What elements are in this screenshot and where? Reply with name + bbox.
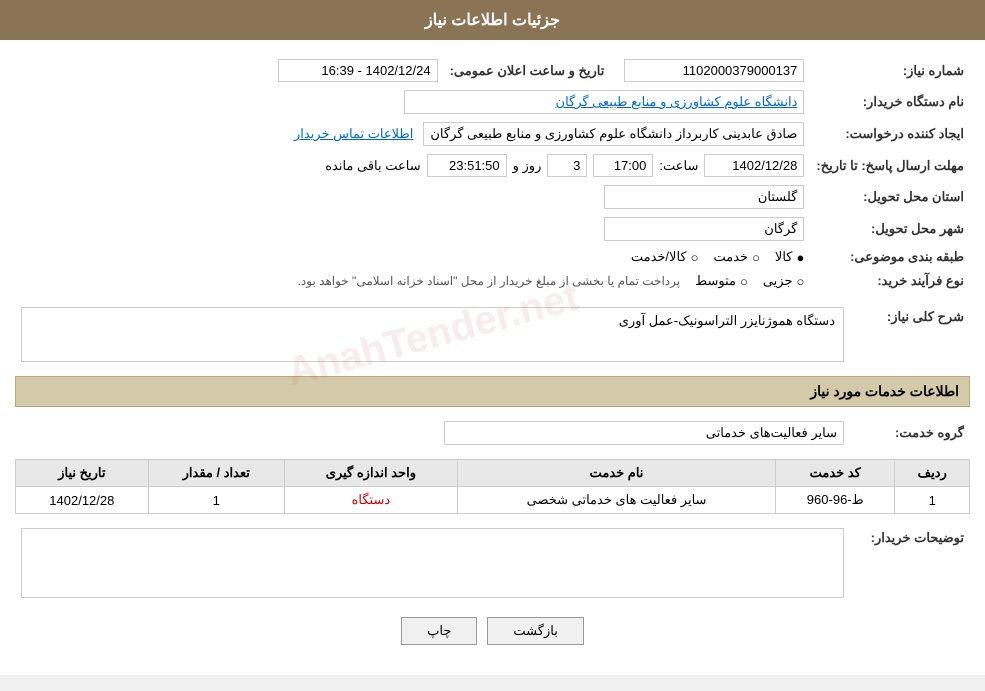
city-box: گرگان (604, 217, 804, 241)
purchase-type-options: ○ جزیی ○ متوسط پرداخت تمام یا بخشی از مب… (15, 269, 810, 293)
back-button[interactable]: بازگشت (487, 617, 583, 645)
need-description-row: شرح کلی نیاز: دستگاه هموژنایزر التراسونی… (15, 303, 970, 366)
need-number-row: شماره نیاز: 1102000379000137 تاریخ و ساع… (15, 55, 970, 86)
announce-datetime-value: 1402/12/24 - 16:39 (15, 55, 444, 86)
need-description-table: شرح کلی نیاز: دستگاه هموژنایزر التراسونی… (15, 303, 970, 366)
purchase-type-row: نوع فرآیند خرید: ○ جزیی ○ متوسط پرداخت ت… (15, 269, 970, 293)
city-value: گرگان (15, 213, 810, 245)
category-row: طبقه بندی موضوعی: ● کالا ○ خدمت ○ (15, 245, 970, 269)
col-date: تاریخ نیاز (16, 460, 149, 487)
radio-kala-icon: ● (797, 250, 805, 265)
city-row: شهر محل تحویل: گرگان (15, 213, 970, 245)
services-header-text: اطلاعات خدمات مورد نیاز (810, 383, 959, 399)
deadline-values: 1402/12/28 ساعت: 17:00 3 روز و 23:51:50 … (15, 150, 810, 181)
announce-datetime-box: 1402/12/24 - 16:39 (278, 59, 438, 82)
radio-mottavsat-icon: ○ (740, 274, 748, 289)
service-group-label: گروه خدمت: (850, 417, 970, 449)
category-options: ● کالا ○ خدمت ○ کالا/خدمت (15, 245, 810, 269)
purchase-type-mottavsat[interactable]: ○ متوسط (695, 273, 748, 289)
category-label: طبقه بندی موضوعی: (810, 245, 970, 269)
table-row: 1 ط-96-960 سایر فعالیت های خدماتی شخصی د… (16, 487, 970, 514)
print-button[interactable]: چاپ (401, 617, 477, 645)
page-title: جزئیات اطلاعات نیاز (425, 12, 560, 29)
buyer-notes-label: توضیحات خریدار: (850, 524, 970, 602)
deadline-label: مهلت ارسال پاسخ: تا تاریخ: (810, 150, 970, 181)
response-time-box: 17:00 (593, 154, 653, 177)
cell-row-num: 1 (895, 487, 970, 514)
need-description-label: شرح کلی نیاز: (850, 303, 970, 366)
cell-date: 1402/12/28 (16, 487, 149, 514)
remaining-days-label: روز و (513, 158, 542, 174)
radio-kala-khedmat-icon: ○ (691, 250, 699, 265)
remaining-time-box: 23:51:50 (427, 154, 507, 177)
requester-value: صادق عابدینی کاربرداز دانشگاه علوم کشاور… (15, 118, 810, 150)
need-description-text: دستگاه هموژنایزر التراسونیک-عمل آوری (619, 313, 835, 328)
province-row: استان محل تحویل: گلستان (15, 181, 970, 213)
deadline-row: مهلت ارسال پاسخ: تا تاریخ: 1402/12/28 سا… (15, 150, 970, 181)
buyer-notes-value (15, 524, 850, 602)
remaining-time-label: ساعت باقی مانده (325, 158, 420, 174)
category-kala-khedmat[interactable]: ○ کالا/خدمت (631, 249, 699, 265)
buyer-notes-row: توضیحات خریدار: (15, 524, 970, 602)
table-header: ردیف کد خدمت نام خدمت واحد اندازه گیری ت… (16, 460, 970, 487)
buyer-name-row: نام دستگاه خریدار: دانشگاه علوم کشاورزی … (15, 86, 970, 118)
announce-datetime-label: تاریخ و ساعت اعلان عمومی: (444, 55, 611, 86)
purchase-type-label: نوع فرآیند خرید: (810, 269, 970, 293)
remaining-days-box: 3 (547, 154, 587, 177)
services-data-table: ردیف کد خدمت نام خدمت واحد اندازه گیری ت… (15, 459, 970, 514)
requester-label: ایجاد کننده درخواست: (810, 118, 970, 150)
content-area: شماره نیاز: 1102000379000137 تاریخ و ساع… (0, 40, 985, 675)
purchase-mottavsat-label: متوسط (695, 273, 736, 289)
buyer-name-value: دانشگاه علوم کشاورزی و منابع طبیعی گرگان (15, 86, 810, 118)
category-kala-label: کالا (775, 249, 793, 265)
service-group-row: گروه خدمت: سایر فعالیت‌های خدماتی (15, 417, 970, 449)
cell-quantity: 1 (148, 487, 284, 514)
col-quantity: تعداد / مقدار (148, 460, 284, 487)
table-body: 1 ط-96-960 سایر فعالیت های خدماتی شخصی د… (16, 487, 970, 514)
page-header: جزئیات اطلاعات نیاز (0, 0, 985, 40)
buyer-notes-table: توضیحات خریدار: (15, 524, 970, 602)
need-info-table: شماره نیاز: 1102000379000137 تاریخ و ساع… (15, 55, 970, 293)
cell-unit: دستگاه (284, 487, 457, 514)
need-description-value: دستگاه هموژنایزر التراسونیک-عمل آوری Ana… (15, 303, 850, 366)
radio-jozi-icon: ○ (797, 274, 805, 289)
buyer-name-box: دانشگاه علوم کشاورزی و منابع طبیعی گرگان (404, 90, 804, 114)
cell-service-name: سایر فعالیت های خدماتی شخصی (457, 487, 775, 514)
purchase-type-jozi[interactable]: ○ جزیی (763, 273, 805, 289)
city-label: شهر محل تحویل: (810, 213, 970, 245)
page-wrapper: جزئیات اطلاعات نیاز شماره نیاز: 11020003… (0, 0, 985, 675)
radio-khedmat-icon: ○ (752, 250, 760, 265)
category-khedmat[interactable]: ○ خدمت (713, 249, 759, 265)
province-value: گلستان (15, 181, 810, 213)
need-number-box: 1102000379000137 (624, 59, 804, 82)
need-number-value: 1102000379000137 (610, 55, 810, 86)
table-header-row: ردیف کد خدمت نام خدمت واحد اندازه گیری ت… (16, 460, 970, 487)
purchase-jozi-label: جزیی (763, 273, 793, 289)
need-number-label: شماره نیاز: (810, 55, 970, 86)
buyer-name-label: نام دستگاه خریدار: (810, 86, 970, 118)
category-kala[interactable]: ● کالا (775, 249, 804, 265)
button-row: بازگشت چاپ (15, 617, 970, 645)
col-service-code: کد خدمت (776, 460, 895, 487)
col-unit: واحد اندازه گیری (284, 460, 457, 487)
requester-row: ایجاد کننده درخواست: صادق عابدینی کاربرد… (15, 118, 970, 150)
category-khedmat-label: خدمت (713, 249, 748, 265)
purchase-type-note: پرداخت تمام یا بخشی از مبلغ خریدار از مح… (298, 274, 681, 288)
time-label: ساعت: (659, 158, 698, 174)
cell-service-code: ط-96-960 (776, 487, 895, 514)
col-service-name: نام خدمت (457, 460, 775, 487)
requester-box: صادق عابدینی کاربرداز دانشگاه علوم کشاور… (423, 122, 804, 146)
contact-link[interactable]: اطلاعات تماس خریدار (294, 126, 413, 142)
response-date-box: 1402/12/28 (704, 154, 804, 177)
service-group-table: گروه خدمت: سایر فعالیت‌های خدماتی (15, 417, 970, 449)
service-group-box: سایر فعالیت‌های خدماتی (444, 421, 844, 445)
service-group-value: سایر فعالیت‌های خدماتی (15, 417, 850, 449)
col-row-num: ردیف (895, 460, 970, 487)
services-section-header: اطلاعات خدمات مورد نیاز (15, 376, 970, 407)
province-box: گلستان (604, 185, 804, 209)
province-label: استان محل تحویل: (810, 181, 970, 213)
category-kala-khedmat-label: کالا/خدمت (631, 249, 687, 265)
